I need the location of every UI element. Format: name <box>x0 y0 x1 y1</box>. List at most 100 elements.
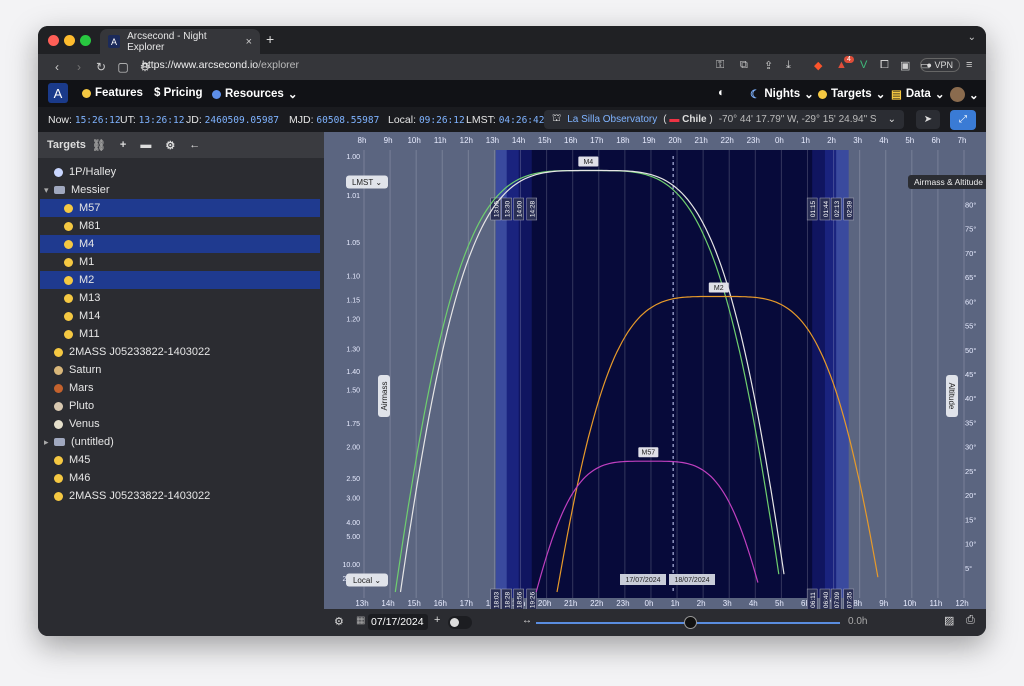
back-icon[interactable]: ‹ <box>46 60 68 74</box>
lmst-select[interactable]: LMST ⌄ <box>346 175 388 189</box>
open-external-icon[interactable]: ⧉ <box>740 59 748 72</box>
sidebar-item[interactable]: M46 <box>40 469 320 487</box>
data-menu[interactable]: ▤ Data ⌄ <box>891 87 944 101</box>
key-icon[interactable]: ⚿ <box>716 59 724 72</box>
sidebar-item[interactable]: Saturn <box>40 361 320 379</box>
features-menu[interactable]: Features <box>82 87 143 99</box>
share-icon[interactable]: ⇪ <box>764 59 773 72</box>
maximize-window-button[interactable] <box>80 35 91 46</box>
altitude-tick: 25° <box>965 467 976 476</box>
pricing-link[interactable]: $ Pricing <box>154 87 203 99</box>
lmst-select-text: LMST ⌄ <box>352 178 382 187</box>
mode-select[interactable]: Airmass & Altitude ⌄ <box>908 175 986 189</box>
add-icon[interactable]: + <box>120 139 126 151</box>
chevron-down-icon: ⌄ <box>934 89 945 101</box>
top-axis-tick: 23h <box>747 136 760 145</box>
sidebar-item[interactable]: M1 <box>40 253 320 271</box>
chevron-down-icon: ⌄ <box>804 89 814 101</box>
star-icon <box>64 275 73 285</box>
sidebar-item[interactable]: M13 <box>40 289 320 307</box>
twilight-top-label-text: 14:00 <box>517 200 524 217</box>
close-window-button[interactable] <box>48 35 59 46</box>
sidebar-item[interactable]: ▸ (untitled) <box>40 433 320 451</box>
link-icon[interactable]: ⛓ <box>92 139 106 152</box>
telescope-icon: ⛫ <box>552 113 562 124</box>
date-input[interactable]: 07/17/2024 <box>368 614 428 630</box>
vpn-button[interactable]: ● VPN <box>919 58 960 72</box>
twilight-bottom-label-text: 19:26 <box>530 591 537 608</box>
targets-sidebar: Targets ⛓ + ▬ ⚙ ← 1P/Halley ▾ Messier M57 M8… <box>38 132 324 636</box>
close-tab-icon[interactable]: × <box>246 36 252 48</box>
image-export-icon[interactable]: ▨ <box>944 614 954 627</box>
brave-shield-icon[interactable]: ◆ <box>814 59 822 72</box>
bookmark-icon[interactable]: ▢ <box>112 60 134 74</box>
folder-icon[interactable]: ▬ <box>140 139 151 151</box>
bottom-axis-tick: 4h <box>749 599 758 608</box>
url-field[interactable]: https://www.arcsecond.io/explorer <box>142 59 299 71</box>
arcsecond-logo[interactable]: A <box>48 83 68 103</box>
airmass-tick: 4.00 <box>346 520 360 527</box>
slider-handle[interactable] <box>684 616 697 629</box>
date-toggle[interactable] <box>448 616 472 629</box>
forward-icon[interactable]: › <box>68 60 90 74</box>
sidebar-item[interactable]: 2MASS J05233822-1403022 <box>40 343 320 361</box>
print-icon[interactable]: ⎙ <box>966 614 975 627</box>
sidebar-item[interactable]: M57 <box>40 199 320 217</box>
sidebar-item[interactable]: M81 <box>40 217 320 235</box>
bottom-axis-tick: 15h <box>407 599 420 608</box>
calendar-icon[interactable]: ▦ <box>356 615 365 626</box>
twilight-top-label-text: 02:39 <box>847 200 854 217</box>
top-axis-tick: 21h <box>694 136 707 145</box>
bottom-axis-tick: 23h <box>616 599 629 608</box>
tab-list-chevron-icon[interactable]: ⌄ <box>968 32 976 43</box>
sidebar-toggle-icon[interactable]: ▣ <box>900 59 910 72</box>
nights-menu[interactable]: ☾ Nights ⌄ <box>750 87 814 101</box>
expand-chevron-icon[interactable]: ▾ <box>44 185 49 196</box>
sidebar-item[interactable]: ▾ Messier <box>40 181 320 199</box>
browser-tab[interactable]: A Arcsecond - Night Explorer × <box>100 29 260 54</box>
airmass-chart[interactable]: 8h 9h 10h 11h 12h 13h 14h 15h 16h 17h 18h 19h 20h 21h… <box>324 132 986 612</box>
expand-chevron-icon[interactable]: ▸ <box>44 437 49 448</box>
sidebar-item[interactable]: M14 <box>40 307 320 325</box>
download-icon[interactable]: ⤓ <box>786 59 791 72</box>
collapse-arrow-icon[interactable]: ← <box>189 139 200 151</box>
sidebar-item[interactable]: M2 <box>40 271 320 289</box>
sidebar-item[interactable]: Mars <box>40 379 320 397</box>
theme-toggle-icon[interactable]: ◐ <box>718 87 725 99</box>
user-menu[interactable]: ⌄ <box>950 87 979 102</box>
observatory-select[interactable]: ⛫ La Silla Observatory ( ▬ Chile ) -70° … <box>544 110 904 129</box>
extensions-icon[interactable]: ⧠ <box>880 59 889 72</box>
airmass-axis-label[interactable]: Airmass <box>378 375 390 417</box>
sidebar-item[interactable]: Venus <box>40 415 320 433</box>
top-axis-tick: 17h <box>590 136 603 145</box>
minimize-window-button[interactable] <box>64 35 75 46</box>
gear-icon[interactable]: ⚙ <box>165 139 175 152</box>
resources-menu[interactable]: Resources ⌄ <box>212 87 297 101</box>
add-day-button[interactable]: + <box>434 614 440 626</box>
local-select[interactable]: Local ⌄ <box>346 573 388 587</box>
settings-gear-icon[interactable]: ⚙ <box>334 615 344 628</box>
now-readout: Now: 15:26:12 <box>48 114 121 126</box>
new-tab-button[interactable]: + <box>266 31 274 47</box>
globe-icon <box>212 89 221 99</box>
twilight-bottom-label: 07:09 <box>830 588 842 612</box>
reload-icon[interactable]: ↻ <box>90 60 112 74</box>
sidebar-item[interactable]: Pluto <box>40 397 320 415</box>
locate-button[interactable]: ➤ <box>916 110 940 129</box>
sidebar-item[interactable]: M45 <box>40 451 320 469</box>
sidebar-item[interactable]: M11 <box>40 325 320 343</box>
twilight-bottom-label: 06:11 <box>806 588 818 612</box>
mode-select-text: Airmass & Altitude ⌄ <box>914 177 986 187</box>
twilight-bottom-label: 06:40 <box>819 588 831 612</box>
altitude-axis-label[interactable]: Altitude <box>946 375 958 417</box>
expand-button[interactable]: ⤢ <box>950 110 976 130</box>
sidebar-item[interactable]: M4 <box>40 235 320 253</box>
sidebar-item[interactable]: 2MASS J05233822-1403022 <box>40 487 320 505</box>
sidebar-item[interactable]: 1P/Halley <box>40 163 320 181</box>
menu-icon[interactable]: ≡ <box>966 59 972 71</box>
airmass-tick: 3.00 <box>346 496 360 503</box>
vue-devtools-icon[interactable]: V <box>860 59 867 71</box>
targets-label: Targets <box>831 88 872 100</box>
sidebar-item-label: 2MASS J05233822-1403022 <box>69 346 211 358</box>
targets-menu[interactable]: Targets ⌄ <box>818 87 885 101</box>
